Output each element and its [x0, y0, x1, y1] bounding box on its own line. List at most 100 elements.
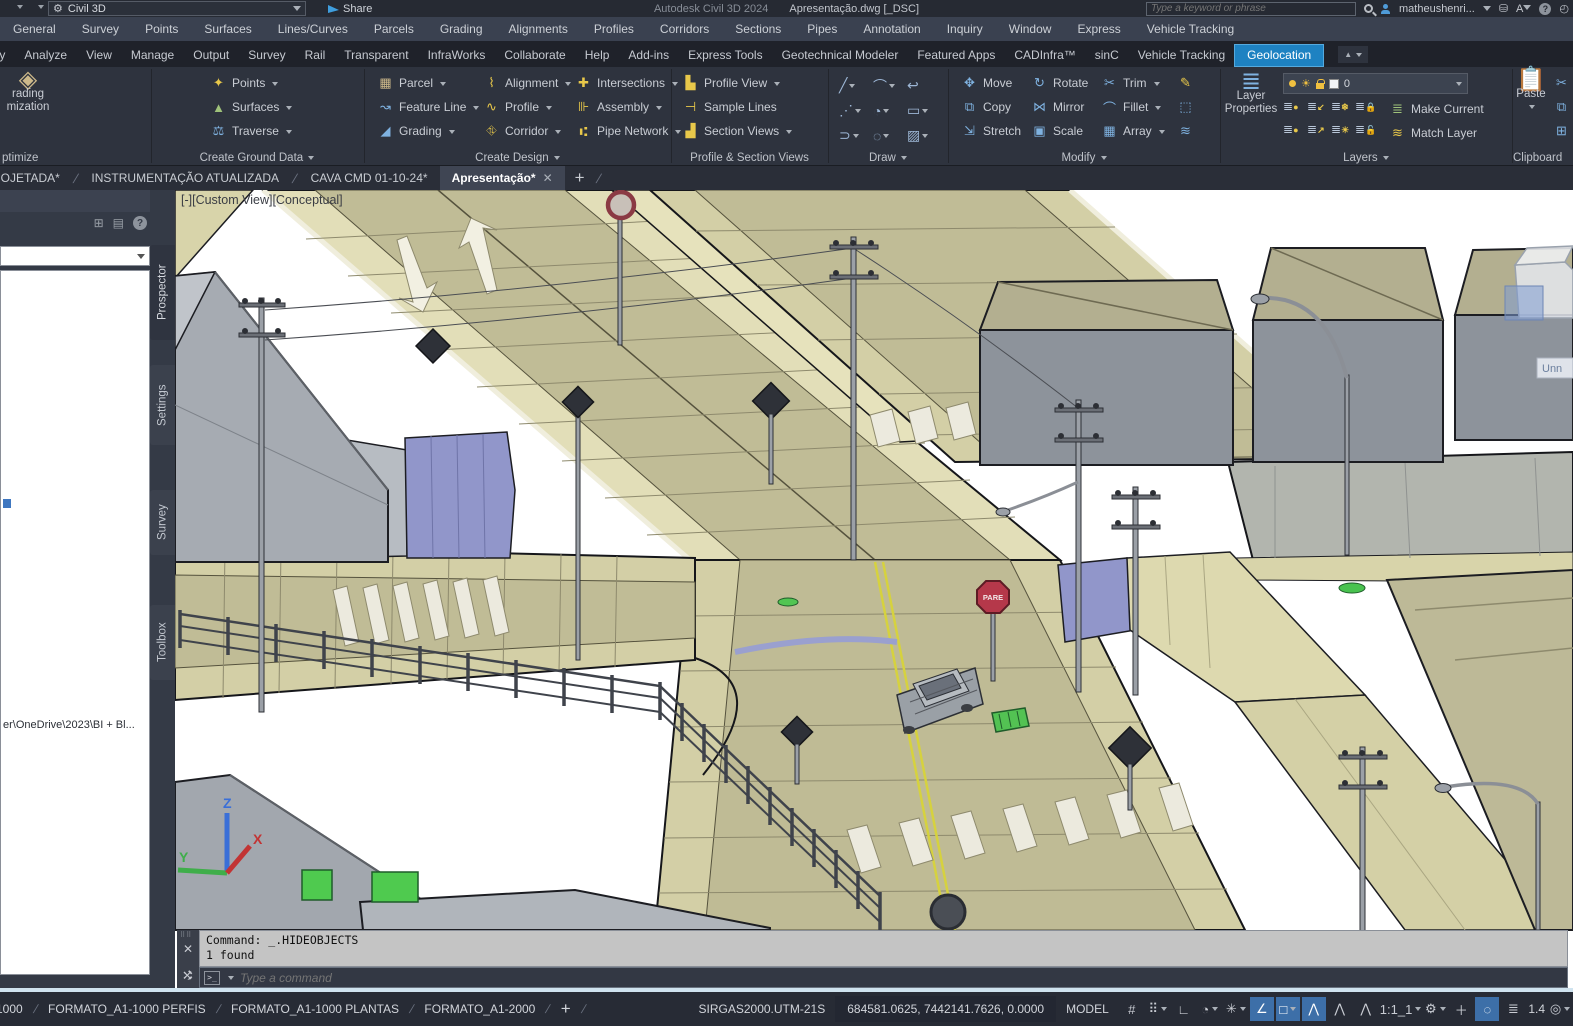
- feature-line-button[interactable]: ↝Feature Line: [377, 97, 479, 117]
- xline-tool[interactable]: ⋰: [839, 98, 873, 123]
- menu-alignments[interactable]: Alignments: [496, 17, 581, 41]
- layer-restore-icon[interactable]: ≣↙: [1307, 99, 1331, 122]
- panel-label-draw[interactable]: Draw: [829, 152, 947, 164]
- tab-prospector[interactable]: Prospector: [150, 245, 175, 340]
- profile-view-button[interactable]: ▙Profile View: [682, 73, 780, 93]
- menu-annotation[interactable]: Annotation: [850, 17, 933, 41]
- drawing-tab-cava[interactable]: CAVA CMD 01-10-24*: [299, 166, 440, 190]
- menu-grading[interactable]: Grading: [427, 17, 496, 41]
- ortho-toggle[interactable]: ∟: [1172, 997, 1196, 1021]
- tab-toolbox[interactable]: Toolbox: [150, 605, 175, 680]
- layout-tab-plantas[interactable]: FORMATO_A1-1000 PLANTAS: [221, 996, 409, 1022]
- signed-in-user[interactable]: matheushenri...: [1399, 3, 1475, 15]
- cursor-coordinates[interactable]: 684581.0625, 7442141.7626, 0.0000: [835, 996, 1056, 1022]
- ribbon-tab-addins[interactable]: Add-ins: [618, 44, 679, 67]
- hatch-tool[interactable]: ▨: [907, 123, 941, 148]
- command-prompt-icon[interactable]: >_: [204, 971, 220, 985]
- ribbon-tab-help[interactable]: Help: [575, 44, 620, 67]
- undo-button[interactable]: [6, 2, 23, 15]
- ribbon-tab-survey[interactable]: Survey: [238, 44, 295, 67]
- layer-properties-button[interactable]: ≣ LayerProperties: [1215, 75, 1287, 116]
- layer-off-icon[interactable]: ≣●: [1283, 122, 1307, 145]
- grid-toggle[interactable]: #: [1120, 997, 1144, 1021]
- ribbon-tab-infraworks[interactable]: InfraWorks: [418, 44, 496, 67]
- menu-vehicle-tracking[interactable]: Vehicle Tracking: [1134, 17, 1247, 41]
- parcel-button[interactable]: ▦Parcel: [377, 73, 446, 93]
- trim-button[interactable]: ✂Trim: [1101, 73, 1160, 93]
- points-button[interactable]: ✦Points: [210, 73, 278, 93]
- layer-combo[interactable]: ☀ 0: [1283, 73, 1468, 94]
- ribbon-tab-featured-apps[interactable]: Featured Apps: [907, 44, 1005, 67]
- layer-unlock2-icon[interactable]: ≣🔓: [1355, 122, 1379, 145]
- layer-thaw-all-icon[interactable]: ≣☀: [1331, 122, 1355, 145]
- command-palette-grip[interactable]: ⠿⠿ ✕ ⚒: [177, 930, 199, 988]
- rectangle-tool[interactable]: ▭: [907, 98, 941, 123]
- menu-corridors[interactable]: Corridors: [647, 17, 722, 41]
- panel-label-design[interactable]: Create Design: [365, 152, 670, 164]
- ribbon-tab-geotech[interactable]: Geotechnical Modeler: [772, 44, 909, 67]
- annotation-visibility-toggle[interactable]: ⋀: [1302, 997, 1326, 1021]
- match-layer-button[interactable]: ≋Match Layer: [1389, 123, 1477, 143]
- ribbon-tab-vehicle-tracking[interactable]: Vehicle Tracking: [1128, 44, 1235, 67]
- layer-lock-icon[interactable]: ≣🔒: [1355, 99, 1379, 122]
- mirror-button[interactable]: ⋈Mirror: [1031, 97, 1084, 117]
- layer-walk-icon[interactable]: ≣↗: [1307, 122, 1331, 145]
- viewport-controls-label[interactable]: [-][Custom View][Conceptual]: [181, 193, 343, 207]
- command-input[interactable]: [240, 971, 640, 985]
- ribbon-tab-modify[interactable]: odify: [0, 44, 15, 67]
- toolspace-combo[interactable]: [0, 246, 150, 266]
- sample-lines-button[interactable]: ⊣Sample Lines: [682, 97, 777, 117]
- drawing-viewport[interactable]: PARE: [175, 190, 1573, 990]
- scale-button[interactable]: ▣Scale: [1031, 121, 1083, 141]
- revcloud-tool[interactable]: ↩: [907, 73, 941, 98]
- cut-button[interactable]: ✂: [1553, 73, 1570, 93]
- tab-survey[interactable]: Survey: [150, 490, 175, 555]
- ribbon-tab-transparent[interactable]: Transparent: [334, 44, 418, 67]
- ribbon-tab-collaborate[interactable]: Collaborate: [494, 44, 575, 67]
- rotate-button[interactable]: ↻Rotate: [1031, 73, 1088, 93]
- close-tab-icon[interactable]: ✕: [543, 171, 553, 185]
- app-store-cart-icon[interactable]: ⛁: [1499, 2, 1508, 15]
- share-button[interactable]: Share: [328, 3, 372, 15]
- ribbon-tab-view[interactable]: View: [76, 44, 122, 67]
- layer-isolate-icon[interactable]: ≣●: [1283, 99, 1307, 122]
- tab-settings[interactable]: Settings: [150, 365, 175, 445]
- ribbon-tab-rail[interactable]: Rail: [295, 44, 336, 67]
- menu-inquiry[interactable]: Inquiry: [934, 17, 996, 41]
- menu-lines-curves[interactable]: Lines/Curves: [265, 17, 361, 41]
- annotation-monitor-toggle[interactable]: ＋: [1449, 997, 1473, 1021]
- polyline-tool[interactable]: ⊃: [839, 123, 873, 148]
- drawing-tab-apresentacao[interactable]: Apresentação*✕: [440, 166, 565, 190]
- ribbon-tab-sinc[interactable]: sinC: [1085, 44, 1129, 67]
- menu-window[interactable]: Window: [996, 17, 1065, 41]
- isolate-objects-button[interactable]: ◌: [1475, 997, 1499, 1021]
- clean-screen-button[interactable]: ◎: [1548, 997, 1572, 1021]
- ribbon-tab-output[interactable]: Output: [183, 44, 239, 67]
- command-recent-chevron-icon[interactable]: [228, 976, 234, 983]
- tree-item-icon[interactable]: [3, 499, 11, 508]
- line-tool[interactable]: ╱: [839, 73, 873, 98]
- menu-pipes[interactable]: Pipes: [794, 17, 850, 41]
- menu-express[interactable]: Express: [1064, 17, 1133, 41]
- stretch-button[interactable]: ⇲Stretch: [961, 121, 1021, 141]
- model-space-button[interactable]: MODEL: [1056, 1002, 1119, 1016]
- menu-points[interactable]: Points: [132, 17, 191, 41]
- workspace-dropdown[interactable]: ⚙ Civil 3D: [48, 1, 306, 16]
- explode-button[interactable]: ⬚: [1177, 97, 1194, 117]
- copy-button[interactable]: ⧉Copy: [961, 97, 1011, 117]
- alignment-button[interactable]: ⌇Alignment: [483, 73, 571, 93]
- circle-tool[interactable]: ◔: [873, 98, 907, 123]
- item-view-icon[interactable]: ⊞: [94, 216, 104, 230]
- ribbon-tab-geolocation[interactable]: Geolocation: [1234, 44, 1324, 67]
- menu-profiles[interactable]: Profiles: [581, 17, 647, 41]
- polar-tracking-toggle[interactable]: ◔: [1198, 997, 1222, 1021]
- move-button[interactable]: ✥Move: [961, 73, 1012, 93]
- help-icon[interactable]: ?: [1539, 3, 1551, 15]
- copy-clip-button[interactable]: ⧉: [1553, 97, 1570, 117]
- erase-button[interactable]: ✎: [1177, 73, 1194, 93]
- menu-sections[interactable]: Sections: [722, 17, 794, 41]
- graphics-performance-button[interactable]: ≣: [1501, 997, 1525, 1021]
- section-views-button[interactable]: ▟Section Views: [682, 121, 792, 141]
- make-current-button[interactable]: ≣Make Current: [1389, 99, 1484, 119]
- ellipse-tool[interactable]: ◌: [873, 123, 907, 148]
